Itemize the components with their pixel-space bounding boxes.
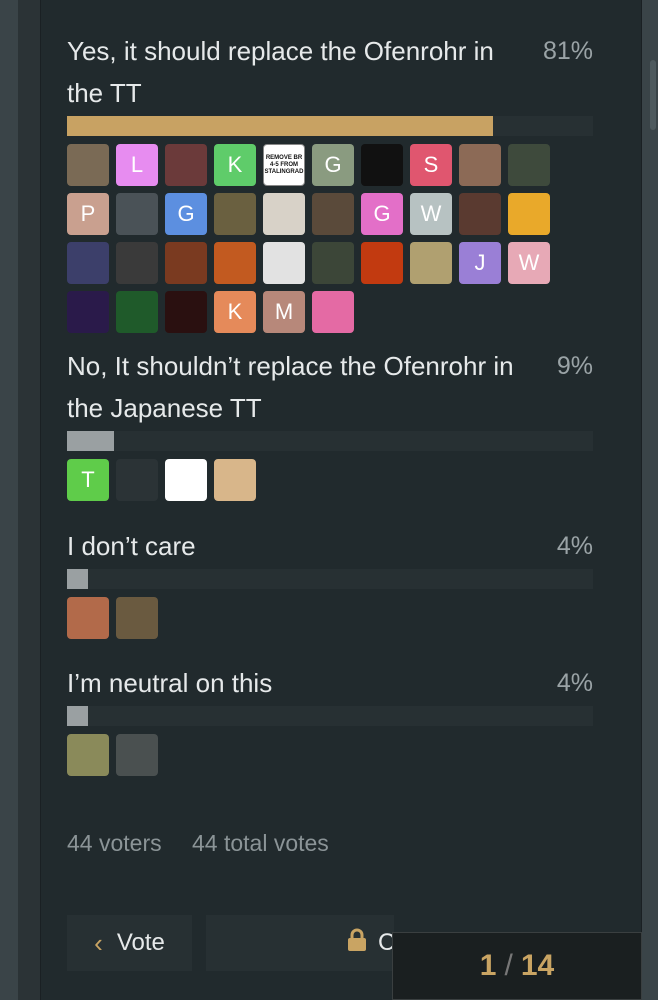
poll-option-title: No, It shouldn’t replace the Ofenrohr in… [67, 351, 514, 423]
poll-option-percent: 4% [556, 669, 593, 697]
poll-option[interactable]: I’m neutral on this 4% [67, 662, 593, 783]
poll-option-header: I don’t care 4% [67, 525, 593, 567]
voter-avatar[interactable] [361, 144, 403, 186]
voter-avatar[interactable]: G [312, 144, 354, 186]
voter-avatar[interactable]: G [361, 193, 403, 235]
poll-bar-track [67, 706, 593, 726]
pager-separator: / [504, 949, 513, 982]
voter-avatar[interactable] [263, 242, 305, 284]
poll-bar-track [67, 569, 593, 589]
voter-avatar[interactable] [67, 597, 109, 639]
poll-bar-fill [67, 116, 494, 136]
voter-avatar[interactable]: K [214, 144, 256, 186]
poll-option-title: I don’t care [67, 531, 196, 561]
voter-avatar[interactable] [116, 242, 158, 284]
chevron-left-icon: ‹ [94, 927, 103, 958]
voter-avatar[interactable] [361, 242, 403, 284]
vote-button-label: Vote [116, 929, 165, 956]
voter-avatar[interactable] [165, 144, 207, 186]
poll-option-percent: 4% [556, 532, 593, 560]
voter-avatar[interactable] [312, 291, 354, 333]
voter-avatar[interactable] [67, 734, 109, 776]
poll-option[interactable]: Yes, it should replace the Ofenrohr in t… [67, 30, 593, 340]
voter-avatar[interactable] [116, 193, 158, 235]
poll-bar-fill [67, 569, 89, 589]
poll-bar-fill [67, 706, 89, 726]
voter-avatar[interactable] [459, 144, 501, 186]
voter-avatars: L K REMOVE BR 4-5 FROM STALINGRAD G S P G G W J W K… [67, 144, 567, 340]
poll-option-header: I’m neutral on this 4% [67, 662, 593, 704]
poll-option-header: No, It shouldn’t replace the Ofenrohr in… [67, 345, 593, 429]
pager-current: 1 [479, 949, 497, 982]
voter-avatar[interactable]: W [410, 193, 452, 235]
poll-option-title: I’m neutral on this [67, 668, 273, 698]
voter-avatar[interactable]: L [116, 144, 158, 186]
poll-bar-track [67, 116, 593, 136]
voter-avatar[interactable] [263, 193, 305, 235]
right-background [642, 0, 658, 1000]
voter-avatar[interactable] [116, 597, 158, 639]
voter-avatar[interactable] [214, 193, 256, 235]
voter-avatar[interactable] [116, 734, 158, 776]
poll-option[interactable]: No, It shouldn’t replace the Ofenrohr in… [67, 345, 593, 508]
scrollbar[interactable] [650, 60, 656, 130]
voter-avatar[interactable]: S [410, 144, 452, 186]
total-votes: 44 total votes [192, 830, 329, 856]
voter-avatar[interactable] [67, 144, 109, 186]
voter-avatar[interactable]: G [165, 193, 207, 235]
voter-avatar[interactable] [312, 193, 354, 235]
voter-avatar[interactable] [116, 291, 158, 333]
voter-avatar[interactable] [67, 242, 109, 284]
voter-avatar[interactable]: W [508, 242, 550, 284]
voter-avatar[interactable] [116, 459, 158, 501]
voter-avatars: T [67, 459, 567, 508]
pager-total: 14 [520, 949, 555, 982]
voter-avatar[interactable]: M [263, 291, 305, 333]
voter-avatar[interactable]: P [67, 193, 109, 235]
voter-avatar[interactable] [508, 144, 550, 186]
voter-avatar[interactable]: J [459, 242, 501, 284]
voter-avatars [67, 734, 567, 783]
voter-avatar[interactable]: REMOVE BR 4-5 FROM STALINGRAD [263, 144, 305, 186]
poll-bar-fill [67, 431, 115, 451]
voters-count: 44 voters [67, 830, 162, 856]
voter-avatar[interactable] [312, 242, 354, 284]
voter-avatar[interactable] [214, 242, 256, 284]
voter-avatar[interactable] [165, 291, 207, 333]
voter-avatar[interactable] [165, 242, 207, 284]
poll-stats: 44 voters 44 total votes [67, 830, 353, 857]
voter-avatar[interactable] [165, 459, 207, 501]
post-pager[interactable]: 1 / 14 [392, 932, 642, 1000]
close-poll-button[interactable]: C [206, 915, 395, 971]
voter-avatar[interactable] [508, 193, 550, 235]
voter-avatar[interactable] [410, 242, 452, 284]
voter-avatar[interactable] [459, 193, 501, 235]
poll-bar-track [67, 431, 593, 451]
poll-option-percent: 81% [542, 37, 593, 65]
voter-avatar[interactable]: K [214, 291, 256, 333]
poll-option-percent: 9% [556, 352, 593, 380]
voter-avatars [67, 597, 567, 646]
voter-avatar[interactable]: T [67, 459, 109, 501]
poll-option-title: Yes, it should replace the Ofenrohr in t… [67, 36, 494, 108]
poll-option[interactable]: I don’t care 4% [67, 525, 593, 646]
left-background [0, 0, 18, 1000]
voter-avatar[interactable] [214, 459, 256, 501]
vote-button[interactable]: ‹ Vote [67, 915, 192, 971]
voter-avatar[interactable] [67, 291, 109, 333]
lock-icon [346, 928, 368, 959]
poll-option-header: Yes, it should replace the Ofenrohr in t… [67, 30, 593, 114]
